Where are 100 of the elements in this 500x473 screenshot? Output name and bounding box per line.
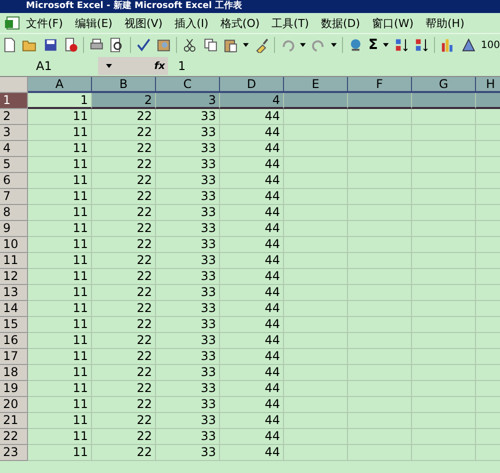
table-cell[interactable] <box>412 109 476 125</box>
table-cell[interactable] <box>412 445 476 461</box>
table-cell[interactable]: 44 <box>220 205 284 221</box>
table-cell[interactable] <box>412 141 476 157</box>
table-cell[interactable] <box>412 333 476 349</box>
table-cell[interactable] <box>348 349 412 365</box>
document-stop-icon[interactable] <box>62 37 78 53</box>
table-cell[interactable]: 11 <box>28 429 92 445</box>
table-cell[interactable]: 22 <box>92 349 156 365</box>
menu-item[interactable]: 工具(T) <box>266 16 315 30</box>
table-cell[interactable]: 33 <box>156 109 220 125</box>
row-header[interactable]: 17 <box>0 349 28 365</box>
caret-icon[interactable] <box>383 43 389 47</box>
table-cell[interactable]: 22 <box>92 365 156 381</box>
menu-item[interactable]: 数据(D) <box>314 16 366 30</box>
cut-icon[interactable] <box>182 37 198 53</box>
table-cell[interactable]: 11 <box>28 333 92 349</box>
table-cell[interactable] <box>284 189 348 205</box>
table-cell[interactable] <box>412 221 476 237</box>
table-cell[interactable]: 11 <box>28 221 92 237</box>
column-header[interactable]: H <box>476 77 500 93</box>
table-cell[interactable] <box>284 173 348 189</box>
table-cell[interactable]: 44 <box>220 365 284 381</box>
table-cell[interactable] <box>348 333 412 349</box>
row-header[interactable]: 19 <box>0 381 28 397</box>
table-cell[interactable]: 22 <box>92 141 156 157</box>
table-cell[interactable]: 11 <box>28 301 92 317</box>
select-all-corner[interactable] <box>0 77 28 93</box>
table-cell[interactable] <box>412 253 476 269</box>
table-cell[interactable] <box>412 365 476 381</box>
table-cell[interactable]: 4 <box>220 93 284 109</box>
table-cell[interactable]: 22 <box>92 237 156 253</box>
table-cell[interactable]: 44 <box>220 301 284 317</box>
row-header[interactable]: 7 <box>0 189 28 205</box>
row-header[interactable]: 10 <box>0 237 28 253</box>
table-cell[interactable] <box>412 157 476 173</box>
table-cell[interactable] <box>348 221 412 237</box>
table-cell[interactable]: 22 <box>92 301 156 317</box>
row-header[interactable]: 5 <box>0 157 28 173</box>
spelling-icon[interactable] <box>136 37 151 53</box>
zoom-field[interactable]: 100 <box>480 40 500 50</box>
table-cell[interactable]: 44 <box>220 333 284 349</box>
table-cell[interactable] <box>412 125 476 141</box>
column-header[interactable]: A <box>28 77 92 93</box>
column-header[interactable]: D <box>220 77 284 93</box>
table-cell[interactable]: 11 <box>28 173 92 189</box>
row-header[interactable]: 13 <box>0 285 28 301</box>
menu-item[interactable]: 视图(V) <box>118 16 169 30</box>
table-cell[interactable] <box>284 301 348 317</box>
table-cell[interactable] <box>348 173 412 189</box>
table-cell[interactable]: 33 <box>156 317 220 333</box>
table-cell[interactable]: 33 <box>156 189 220 205</box>
row-header[interactable]: 14 <box>0 301 28 317</box>
table-cell[interactable]: 11 <box>28 285 92 301</box>
table-cell[interactable]: 44 <box>220 141 284 157</box>
table-cell[interactable]: 22 <box>92 317 156 333</box>
row-header[interactable]: 21 <box>0 413 28 429</box>
table-cell[interactable]: 44 <box>220 125 284 141</box>
table-cell[interactable]: 44 <box>220 397 284 413</box>
table-cell[interactable] <box>348 157 412 173</box>
table-cell[interactable] <box>348 285 412 301</box>
caret-icon[interactable] <box>331 43 338 47</box>
column-header[interactable]: G <box>412 77 476 93</box>
table-cell[interactable]: 22 <box>92 333 156 349</box>
row-header[interactable]: 23 <box>0 445 28 461</box>
table-cell[interactable]: 11 <box>28 157 92 173</box>
row-header[interactable]: 16 <box>0 333 28 349</box>
menu-item[interactable]: 插入(I) <box>168 16 214 30</box>
table-cell[interactable] <box>284 429 348 445</box>
table-cell[interactable]: 11 <box>28 189 92 205</box>
table-cell[interactable]: 11 <box>28 269 92 285</box>
table-cell[interactable]: 11 <box>28 349 92 365</box>
table-cell[interactable]: 11 <box>28 141 92 157</box>
table-cell[interactable] <box>284 285 348 301</box>
column-header[interactable]: F <box>348 77 412 93</box>
row-header[interactable]: 1 <box>0 93 28 109</box>
table-cell[interactable]: 22 <box>92 269 156 285</box>
table-cell[interactable] <box>412 173 476 189</box>
row-header[interactable]: 15 <box>0 317 28 333</box>
table-cell[interactable] <box>284 205 348 221</box>
table-cell[interactable]: 33 <box>156 253 220 269</box>
menu-item[interactable]: 帮助(H) <box>420 16 470 30</box>
autosum-button[interactable]: Σ <box>368 37 378 53</box>
table-cell[interactable]: 44 <box>220 349 284 365</box>
row-header[interactable]: 3 <box>0 125 28 141</box>
table-cell[interactable] <box>412 349 476 365</box>
table-cell[interactable] <box>284 317 348 333</box>
name-box-dropdown[interactable]: fx <box>98 57 168 75</box>
table-cell[interactable] <box>412 269 476 285</box>
table-cell[interactable]: 44 <box>220 253 284 269</box>
caret-icon[interactable] <box>300 43 306 47</box>
table-cell[interactable]: 33 <box>156 333 220 349</box>
table-cell[interactable] <box>348 125 412 141</box>
menu-item[interactable]: 编辑(E) <box>68 16 118 30</box>
column-header[interactable]: E <box>284 77 348 93</box>
table-cell[interactable]: 22 <box>92 285 156 301</box>
table-cell[interactable]: 22 <box>92 445 156 461</box>
table-cell[interactable] <box>348 109 412 125</box>
table-cell[interactable]: 22 <box>92 109 156 125</box>
table-cell[interactable]: 33 <box>156 397 220 413</box>
